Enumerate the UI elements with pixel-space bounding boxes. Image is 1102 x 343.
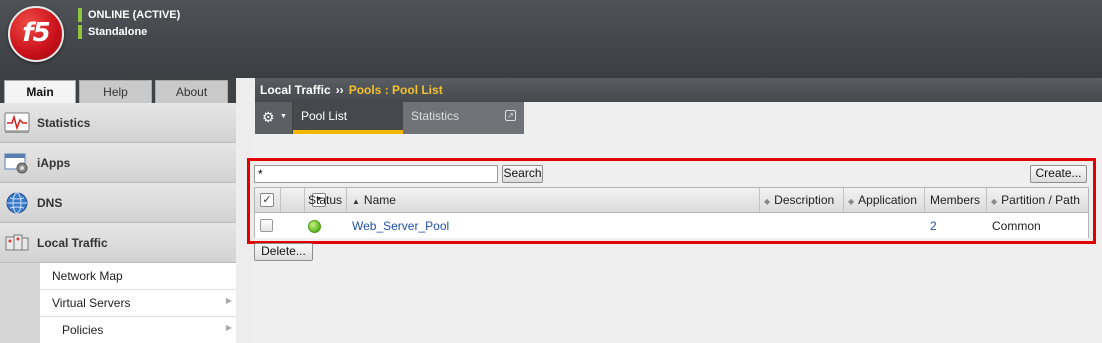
tab-about[interactable]: About bbox=[155, 80, 228, 103]
column-application-label: Application bbox=[858, 193, 917, 207]
breadcrumb-section[interactable]: Local Traffic bbox=[260, 83, 331, 97]
column-description[interactable]: ◆ Description bbox=[760, 188, 844, 213]
settings-menu-button[interactable]: ⚙ ▼ bbox=[255, 102, 293, 134]
nav-item-iapps[interactable]: iApps bbox=[0, 143, 236, 183]
table-header: ✓ ▼ Status ▲ Name ◆ Description ◆ Applicati… bbox=[255, 188, 1088, 213]
nav-item-statistics[interactable]: Statistics bbox=[0, 103, 236, 143]
subnav-label: Virtual Servers bbox=[52, 296, 131, 310]
column-members[interactable]: Members bbox=[925, 188, 987, 213]
column-application[interactable]: ◆ Application bbox=[844, 188, 925, 213]
sort-icon: ◆ bbox=[991, 197, 998, 206]
subnav-network-map[interactable]: Network Map bbox=[40, 263, 236, 290]
breadcrumb-separator: ›› bbox=[335, 83, 344, 97]
chevron-right-icon: ▶ bbox=[225, 296, 232, 305]
left-tab-bar: Main Help About bbox=[0, 78, 236, 103]
device-mode: Standalone bbox=[78, 25, 147, 39]
subnav-virtual-servers[interactable]: Virtual Servers ▶ bbox=[40, 290, 236, 317]
local-traffic-icon bbox=[5, 234, 29, 251]
pool-members-link[interactable]: 2 bbox=[930, 214, 937, 238]
pool-name-link[interactable]: Web_Server_Pool bbox=[352, 214, 449, 238]
column-partition[interactable]: ◆ Partition / Path bbox=[987, 188, 1088, 213]
device-status: ONLINE (ACTIVE) bbox=[78, 8, 180, 22]
breadcrumb-current: Pools : Pool List bbox=[348, 83, 443, 97]
sort-icon: ◆ bbox=[764, 197, 771, 206]
create-button[interactable]: Create... bbox=[1030, 165, 1087, 183]
nav-item-local-traffic[interactable]: Local Traffic bbox=[0, 223, 236, 263]
chevron-right-icon: ▶ bbox=[225, 323, 232, 332]
status-available-icon bbox=[308, 220, 321, 233]
search-input[interactable] bbox=[254, 165, 498, 183]
tab-help[interactable]: Help bbox=[79, 80, 152, 103]
dns-globe-icon bbox=[6, 192, 28, 214]
sub-tab-bar: ⚙ ▼ Pool List Statistics ↗ bbox=[255, 102, 1102, 134]
column-status[interactable]: Status bbox=[305, 188, 347, 213]
select-all-checkbox[interactable]: ✓ bbox=[260, 193, 274, 207]
sort-ascending-icon: ▲ bbox=[352, 197, 360, 206]
column-name[interactable]: ▲ Name bbox=[347, 188, 760, 213]
f5-logo[interactable]: f5 bbox=[8, 6, 64, 62]
subnav-label: Policies bbox=[62, 323, 104, 337]
sort-icon: ◆ bbox=[848, 197, 855, 206]
subnav-label: Network Map bbox=[52, 269, 123, 283]
row-checkbox[interactable] bbox=[260, 219, 273, 232]
pool-partition: Common bbox=[992, 219, 1041, 233]
delete-button[interactable]: Delete... bbox=[254, 243, 313, 261]
pool-table: ✓ ▼ Status ▲ Name ◆ Description ◆ Applicati… bbox=[254, 187, 1089, 238]
tab-statistics[interactable]: Statistics ↗ bbox=[403, 102, 524, 134]
column-partition-label: Partition / Path bbox=[1001, 193, 1080, 207]
tab-pool-list[interactable]: Pool List bbox=[293, 102, 403, 134]
filter-column: ▼ bbox=[281, 188, 326, 213]
tab-statistics-label: Statistics bbox=[411, 109, 460, 123]
gear-icon: ⚙ bbox=[262, 109, 275, 125]
top-banner: f5 ONLINE (ACTIVE) Standalone bbox=[0, 0, 1102, 78]
nav-label-local-traffic: Local Traffic bbox=[37, 236, 108, 250]
iapps-icon bbox=[4, 153, 28, 174]
statistics-icon bbox=[4, 112, 30, 133]
tab-main[interactable]: Main bbox=[4, 80, 76, 103]
column-description-label: Description bbox=[774, 193, 835, 207]
left-navigation-panel: Main Help About Statistics iApps DNS Loc… bbox=[0, 78, 236, 343]
select-all-column: ✓ bbox=[255, 188, 281, 213]
breadcrumb: Local Traffic ›› Pools : Pool List bbox=[255, 78, 1102, 102]
chevron-down-icon: ▼ bbox=[280, 113, 287, 120]
column-name-label: Name bbox=[363, 193, 396, 207]
nav-item-dns[interactable]: DNS bbox=[0, 183, 236, 223]
nav-label-dns: DNS bbox=[37, 196, 63, 210]
table-row[interactable]: Web_Server_Pool 2 Common bbox=[255, 214, 1088, 238]
external-link-icon: ↗ bbox=[505, 110, 516, 121]
search-button[interactable]: Search bbox=[502, 165, 543, 183]
nav-label-statistics: Statistics bbox=[37, 116, 91, 130]
nav-label-iapps: iApps bbox=[37, 156, 71, 170]
subnav-policies[interactable]: Policies ▶ bbox=[40, 317, 236, 343]
